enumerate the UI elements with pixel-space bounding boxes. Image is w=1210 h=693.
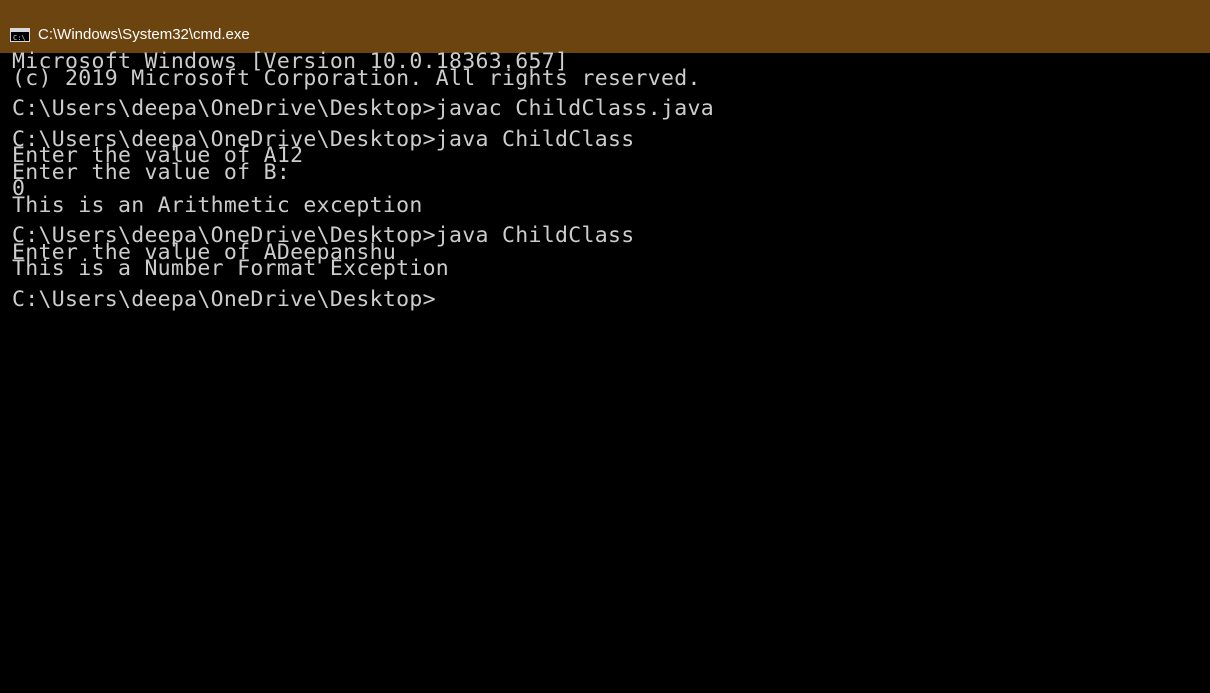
console-line: C:\Users\deepa\OneDrive\Desktop>javac Ch… <box>12 96 714 121</box>
svg-text:C:\: C:\ <box>13 34 26 41</box>
cmd-window: C:\ C:\Windows\System32\cmd.exe Microsof… <box>0 0 1210 693</box>
console-line: (c) 2019 Microsoft Corporation. All righ… <box>12 65 701 91</box>
console-line: This is an Arithmetic exception <box>12 192 423 218</box>
cmd-icon: C:\ <box>10 28 30 42</box>
command-prompt[interactable]: C:\Users\deepa\OneDrive\Desktop> <box>12 289 1202 310</box>
title-bar[interactable]: C:\ C:\Windows\System32\cmd.exe <box>0 0 1210 53</box>
window-title: C:\Windows\System32\cmd.exe <box>38 26 250 43</box>
console-output[interactable]: Microsoft Windows [Version 10.0.18363.65… <box>12 51 1202 690</box>
console-line: Enter the value of B: <box>12 159 291 185</box>
console-line: This is a Number Format Exception <box>12 256 450 281</box>
